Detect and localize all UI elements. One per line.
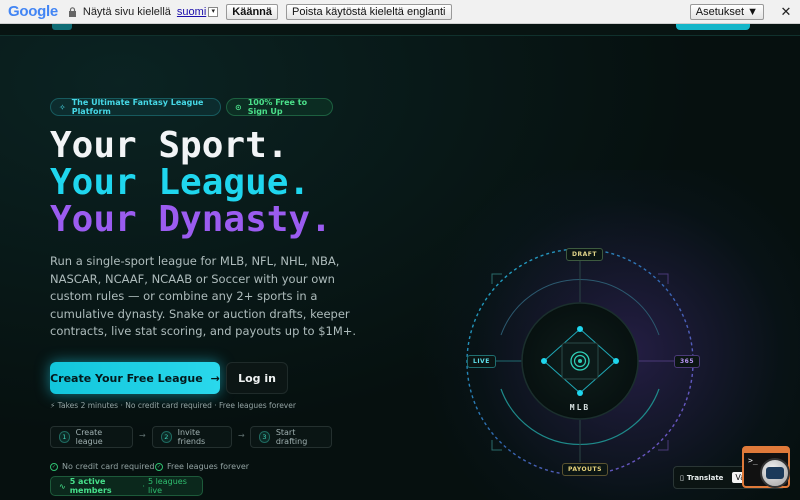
step-number: 2 <box>161 431 172 443</box>
language-select[interactable]: suomi <box>177 6 206 18</box>
disable-translate-button[interactable]: Poista käytöstä kieleltä englanti <box>286 3 452 20</box>
target-inner <box>578 359 582 363</box>
step-start-drafting: 3 Start drafting <box>250 426 332 448</box>
nav-cta-button[interactable] <box>676 24 750 30</box>
nav-logo[interactable] <box>52 24 72 30</box>
days-label: 365 <box>674 355 701 368</box>
leagues-live: 5 leagues live <box>147 477 187 495</box>
active-members: 5 active members <box>69 477 112 495</box>
payouts-label: PAYOUTS <box>562 463 608 476</box>
activity-icon: ∿ <box>59 481 66 491</box>
bracket-tl <box>491 273 502 284</box>
close-icon[interactable]: ✕ <box>778 4 794 20</box>
hero-description: Run a single-sport league for MLB, NFL, … <box>50 254 357 338</box>
step-label: Invite friends <box>177 428 206 446</box>
login-button[interactable]: Log in <box>226 362 288 394</box>
bracket-br <box>658 440 669 451</box>
no-card-check: ✓ No credit card required <box>50 462 154 471</box>
step-create-league: 1 Create league <box>50 426 133 448</box>
base-bottom <box>577 390 583 396</box>
lock-icon <box>68 7 77 17</box>
translate-widget-text: Translate <box>686 474 724 482</box>
create-league-button[interactable]: Create Your Free League → <box>50 362 220 394</box>
headline-line-3: Your Dynasty. <box>50 199 332 240</box>
platform-badge-label: The Ultimate Fantasy League Platform <box>71 98 204 116</box>
chat-bubble-icon[interactable] <box>760 458 790 488</box>
check-icon: ✓ <box>50 462 58 471</box>
create-league-label: Create Your Free League <box>50 371 203 385</box>
free-badge: ⊙ 100% Free to Sign Up <box>226 98 333 116</box>
translate-widget-label: ▯ Translate <box>680 473 726 482</box>
free-badge-label: 100% Free to Sign Up <box>247 98 308 116</box>
platform-badge: ✧ The Ultimate Fantasy League Platform <box>50 98 221 116</box>
base-right <box>613 358 619 364</box>
step-invite-friends: 2 Invite friends <box>152 426 232 448</box>
step-label: Start drafting <box>275 428 308 446</box>
base-left <box>541 358 547 364</box>
step-label: Create league <box>75 428 103 446</box>
base-top <box>577 326 583 332</box>
center-label: MLB <box>570 403 590 412</box>
live-stats-pill: ∿ 5 active members · 5 leagues live <box>50 476 203 496</box>
draft-label: DRAFT <box>566 248 603 261</box>
site-navbar <box>0 24 800 36</box>
arrow-right-icon: → <box>210 371 220 385</box>
check-circle-icon: ⊙ <box>235 102 242 112</box>
stats-separator: · <box>142 481 145 491</box>
free-forever-label: Free leagues forever <box>167 462 250 471</box>
cta-note: ⚡ Takes 2 minutes · No credit card requi… <box>50 401 296 410</box>
live-label: LIVE <box>467 355 496 368</box>
chat-bubble-inner <box>766 467 784 479</box>
headline-line-1: Your Sport. <box>50 125 289 166</box>
headline-line-2: Your League. <box>50 162 311 203</box>
translate-bar: Google Näytä sivu kielellä suomi ▾ Käänn… <box>0 0 800 24</box>
step-arrow-icon: → <box>139 431 146 440</box>
step-number: 3 <box>259 431 270 443</box>
step-arrow-icon: → <box>238 431 245 440</box>
no-card-label: No credit card required <box>62 462 155 471</box>
translate-button[interactable]: Käännä <box>226 3 279 20</box>
terminal-titlebar <box>744 448 788 453</box>
sparkle-icon: ✧ <box>59 102 66 112</box>
chevron-down-icon[interactable]: ▾ <box>208 6 219 17</box>
translate-icon: ▯ <box>680 474 684 482</box>
settings-button[interactable]: Asetukset ▼ <box>689 3 764 20</box>
check-icon: ✓ <box>155 462 163 471</box>
google-logo: Google <box>8 3 58 20</box>
free-forever-check: ✓ Free leagues forever <box>155 462 249 471</box>
step-number: 1 <box>59 431 70 443</box>
translate-message: Näytä sivu kielellä <box>82 5 171 18</box>
